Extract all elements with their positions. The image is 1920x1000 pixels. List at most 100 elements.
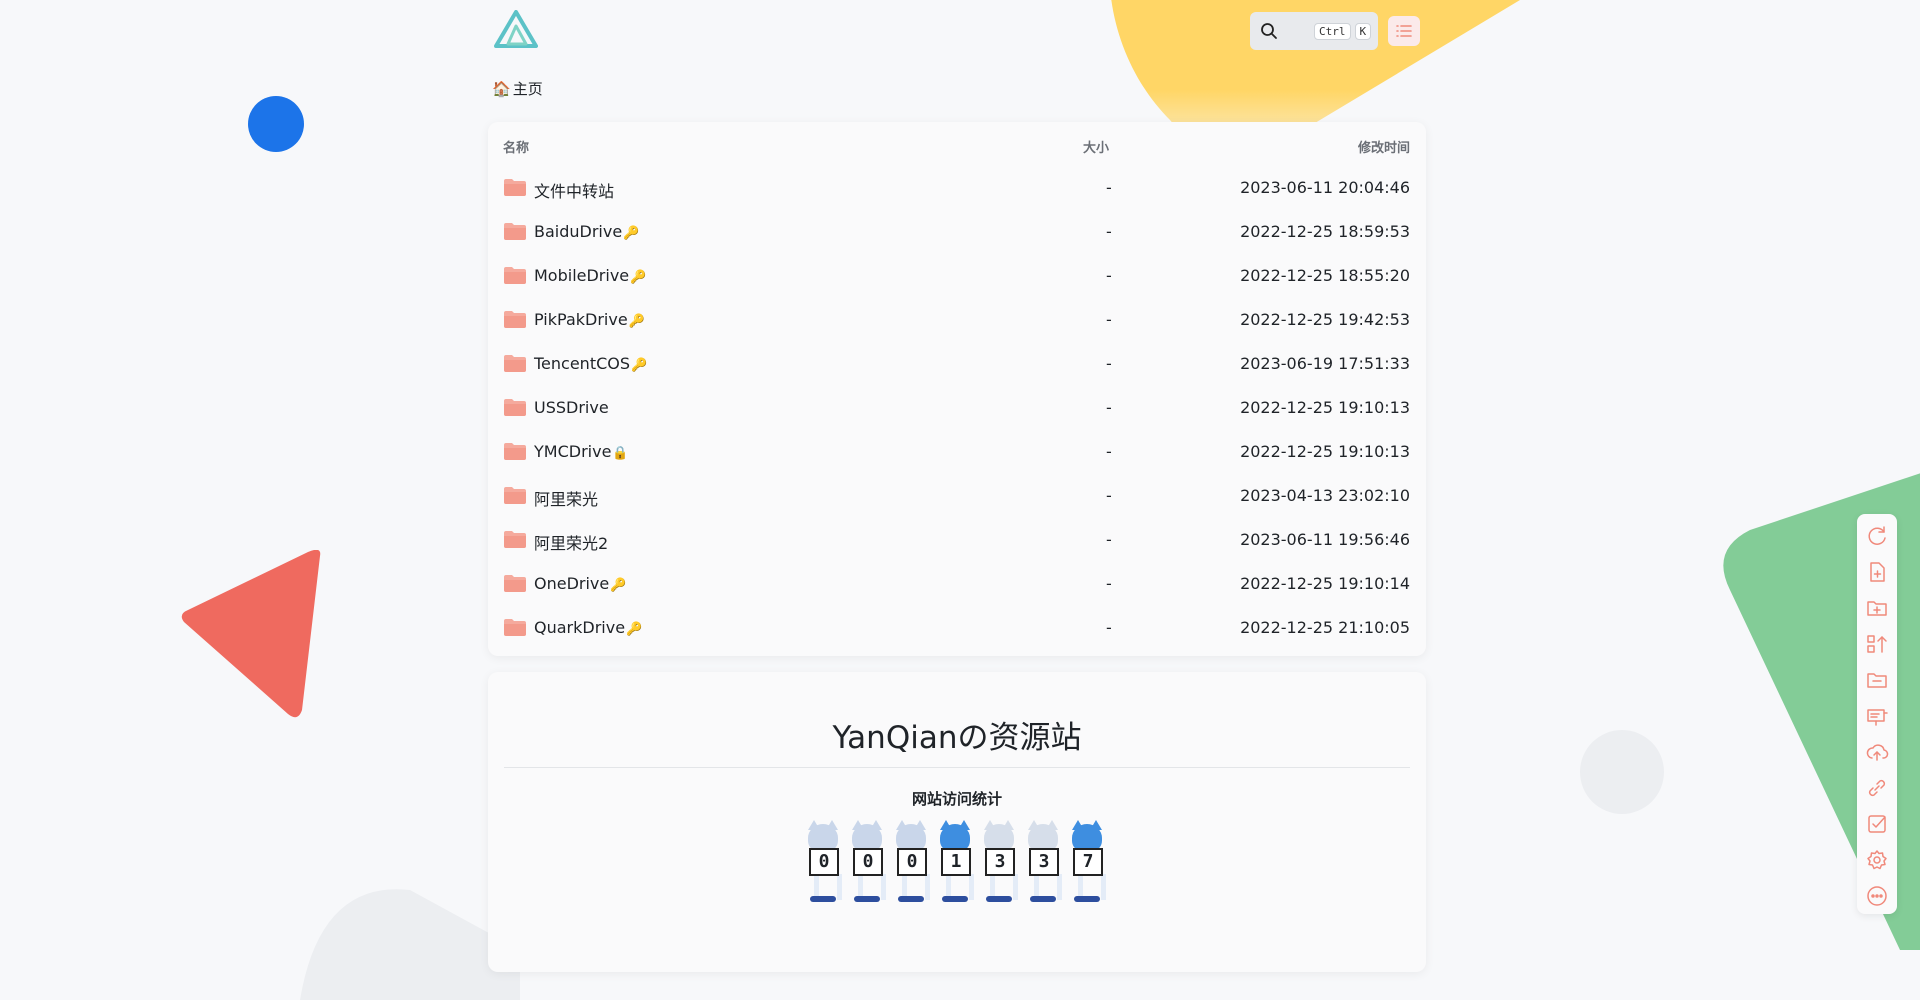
red-background-triangle [181, 550, 321, 718]
list-menu-button[interactable] [1388, 16, 1420, 46]
file-modified-time: 2022-12-25 21:10:05 [1240, 618, 1410, 637]
file-modified-time: 2023-06-11 19:56:46 [1240, 530, 1410, 549]
new-file-icon[interactable] [1865, 560, 1889, 584]
file-name[interactable]: USSDrive [534, 398, 610, 417]
file-modified-time: 2022-12-25 19:10:13 [1240, 398, 1410, 417]
folder-icon [504, 399, 526, 416]
folder-icon [504, 443, 526, 460]
file-modified-time: 2023-04-13 23:02:10 [1240, 486, 1410, 505]
key-icon: 🔑 [628, 314, 645, 329]
file-list-header: 名称 大小 修改时间 [488, 122, 1426, 168]
file-modified-time: 2022-12-25 18:59:53 [1240, 222, 1410, 241]
file-size: - [1106, 442, 1112, 461]
file-modified-time: 2022-12-25 19:42:53 [1240, 310, 1410, 329]
table-row[interactable]: TencentCOS🔑 - 2023-06-19 17:51:33 [488, 343, 1426, 387]
file-name[interactable]: YMCDrive🔒 [534, 442, 629, 461]
breadcrumb[interactable]: 🏠 主页 [492, 78, 543, 99]
file-name[interactable]: QuarkDrive🔑 [534, 618, 642, 637]
folder-icon [504, 223, 526, 240]
folder-icon [504, 487, 526, 504]
file-size: - [1106, 398, 1112, 417]
counter-digit: 3 [1022, 820, 1064, 902]
table-row[interactable]: MobileDrive🔑 - 2022-12-25 18:55:20 [488, 255, 1426, 299]
folder-icon [504, 531, 526, 548]
folder-icon[interactable] [1865, 668, 1889, 692]
refresh-icon[interactable] [1865, 524, 1889, 548]
counter-digit: 7 [1066, 820, 1108, 902]
settings-icon[interactable] [1865, 848, 1889, 872]
counter-digit: 0 [802, 820, 844, 902]
shortcut-key-ctrl: Ctrl [1314, 22, 1351, 40]
link-icon[interactable] [1865, 776, 1889, 800]
file-size: - [1106, 354, 1112, 373]
table-row[interactable]: BaiduDrive🔑 - 2022-12-25 18:59:53 [488, 211, 1426, 255]
readme-panel: YanQianの资源站 网站访问统计 0001337 [488, 672, 1426, 972]
table-row[interactable]: QuarkDrive🔑 - 2022-12-25 21:10:05 [488, 607, 1426, 651]
file-name[interactable]: TencentCOS🔑 [534, 354, 647, 373]
remote-icon[interactable] [1865, 704, 1889, 728]
column-size-header[interactable]: 大小 [1083, 137, 1109, 156]
table-row[interactable]: PikPakDrive🔑 - 2022-12-25 19:42:53 [488, 299, 1426, 343]
file-modified-time: 2022-12-25 18:55:20 [1240, 266, 1410, 285]
table-row[interactable]: 文件中转站 - 2023-06-11 20:04:46 [488, 167, 1426, 211]
counter-digit: 3 [978, 820, 1020, 902]
more-icon[interactable] [1865, 884, 1889, 908]
lock-icon: 🔒 [612, 446, 629, 461]
folder-icon [504, 179, 526, 196]
file-name[interactable]: OneDrive🔑 [534, 574, 626, 593]
key-icon: 🔑 [623, 226, 640, 241]
counter-digit: 0 [890, 820, 932, 902]
key-icon: 🔑 [610, 578, 627, 593]
file-size: - [1106, 574, 1112, 593]
file-name[interactable]: 阿里荣光 [534, 486, 599, 510]
file-name[interactable]: PikPakDrive🔑 [534, 310, 645, 329]
table-row[interactable]: 阿里荣光2 - 2023-06-11 19:56:46 [488, 519, 1426, 563]
alist-logo-icon[interactable] [494, 10, 538, 50]
counter-digit: 0 [846, 820, 888, 902]
file-name[interactable]: 文件中转站 [534, 178, 615, 202]
folder-icon [504, 355, 526, 372]
folder-icon [504, 267, 526, 284]
file-name[interactable]: MobileDrive🔑 [534, 266, 646, 285]
table-row[interactable]: USSDrive - 2022-12-25 19:10:13 [488, 387, 1426, 431]
file-size: - [1106, 618, 1112, 637]
folder-icon [504, 619, 526, 636]
visit-counter: 0001337 [802, 820, 1108, 902]
right-toolbar [1857, 514, 1897, 914]
file-name[interactable]: BaiduDrive🔑 [534, 222, 639, 241]
check-icon[interactable] [1865, 812, 1889, 836]
folder-icon [504, 575, 526, 592]
folder-icon [504, 311, 526, 328]
list-icon [1396, 25, 1412, 37]
readme-title: YanQianの资源站 [504, 712, 1410, 768]
file-size: - [1106, 178, 1112, 197]
table-row[interactable]: 阿里荣光 - 2023-04-13 23:02:10 [488, 475, 1426, 519]
key-icon: 🔑 [631, 358, 648, 373]
search-box[interactable]: Ctrl K [1250, 12, 1378, 50]
blue-background-circle [248, 96, 304, 152]
file-size: - [1106, 310, 1112, 329]
upload-icon[interactable] [1865, 740, 1889, 764]
file-size: - [1106, 486, 1112, 505]
column-modified-header[interactable]: 修改时间 [1358, 137, 1410, 156]
table-row[interactable]: YMCDrive🔒 - 2022-12-25 19:10:13 [488, 431, 1426, 475]
grey-background-circle [1580, 730, 1664, 814]
file-size: - [1106, 530, 1112, 549]
file-size: - [1106, 266, 1112, 285]
visit-stats-title: 网站访问统计 [911, 790, 1002, 808]
file-name[interactable]: 阿里荣光2 [534, 530, 609, 554]
sort-icon[interactable] [1865, 632, 1889, 656]
file-modified-time: 2022-12-25 19:10:13 [1240, 442, 1410, 461]
breadcrumb-home-label[interactable]: 主页 [513, 78, 543, 99]
grey-background-shape [300, 889, 520, 1000]
search-icon [1261, 23, 1277, 39]
file-modified-time: 2023-06-11 20:04:46 [1240, 178, 1410, 197]
home-icon: 🏠 [492, 79, 511, 98]
key-icon: 🔑 [630, 270, 647, 285]
file-size: - [1106, 222, 1112, 241]
counter-digit: 1 [934, 820, 976, 902]
shortcut-key-k: K [1354, 22, 1372, 40]
table-row[interactable]: OneDrive🔑 - 2022-12-25 19:10:14 [488, 563, 1426, 607]
new-folder-icon[interactable] [1865, 596, 1889, 620]
column-name-header[interactable]: 名称 [503, 137, 529, 156]
